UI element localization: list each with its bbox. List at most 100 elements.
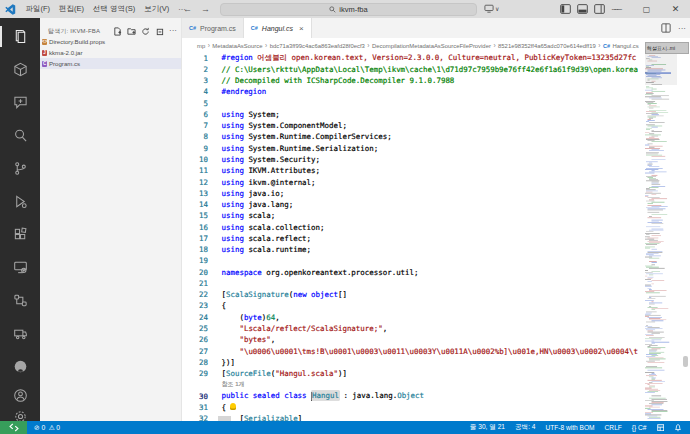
activity-remote-explorer[interactable] [0, 251, 40, 284]
language-status[interactable]: {} C# [632, 424, 647, 431]
breadcrumb-item[interactable]: Hangul.cs [613, 43, 639, 49]
file-row-directory-build-props[interactable]: <> Directory.Build.props [40, 36, 181, 47]
line-number: 24 [182, 313, 208, 322]
breadcrumb-item[interactable]: MetadataAsSource [212, 43, 262, 49]
activity-package[interactable] [0, 53, 40, 86]
close-button[interactable]: ✕ [661, 4, 690, 14]
line-number: 9 [182, 144, 208, 153]
code-line-10[interactable]: 10using System.Security; [182, 154, 645, 165]
activity-bar [0, 18, 40, 421]
encoding-status[interactable]: UTF-8 with BOM [546, 424, 595, 431]
vscode-logo-icon [5, 4, 16, 15]
accounts-button[interactable] [0, 384, 40, 406]
code-line-2[interactable]: 2// C:\Users\rkttu\AppData\Local\Temp\ik… [182, 64, 645, 75]
code-line-7[interactable]: 7using System.ComponentModel; [182, 120, 645, 131]
problems-status[interactable]: ⊘ 0 ⚠ 0 [34, 424, 60, 432]
indentation-status[interactable]: 공백: 4 [515, 423, 536, 432]
code-line-27[interactable]: 27 "\u0006\u0001\tms!B\u0001\u0003\u0011… [182, 345, 645, 356]
activity-run-debug[interactable] [0, 185, 40, 218]
refresh-icon[interactable] [141, 27, 150, 36]
code-line-6[interactable]: 6using System; [182, 109, 645, 120]
tab-hangul-cs[interactable]: C# Hangul.cs × [244, 18, 312, 38]
tab-program-cs[interactable]: C# Program.cs [182, 18, 244, 38]
line-number: 22 [182, 290, 208, 299]
code-line-25[interactable]: 25 "Lscala/reflect/ScalaSignature;", [182, 323, 645, 334]
code-line-21[interactable]: 21 [182, 278, 645, 289]
nav-back-icon[interactable]: ← [183, 4, 192, 14]
new-folder-icon[interactable] [127, 27, 136, 36]
menu-selection[interactable]: 선택 영역(S) [89, 0, 140, 18]
file-row-program-cs[interactable]: C Program.cs [40, 58, 181, 69]
code-line-24[interactable]: 24 (byte)64, [182, 312, 645, 323]
restore-button[interactable]: ▢ [632, 5, 661, 14]
code-line-1[interactable]: 1#region 어셈블리 open.korean.text, Version=… [182, 53, 645, 64]
command-center-search[interactable]: ikvm-fba [220, 3, 477, 16]
breadcrumb-item[interactable]: bdc71a3ff99c4ac6a863eafd28f0ecf3 [270, 43, 365, 49]
activity-source-control[interactable] [0, 152, 40, 185]
eol-status[interactable]: CRLF [605, 424, 622, 431]
bell-icon[interactable] [674, 423, 682, 432]
code-line-31[interactable]: 31{ [182, 402, 645, 413]
line-number: 13 [182, 189, 208, 198]
scrollbar-thumb[interactable] [683, 356, 688, 367]
code-line-17[interactable]: 17using scala.reflect; [182, 233, 645, 244]
cursor-position[interactable]: 줄 30, 열 21 [470, 423, 505, 432]
code-line-3[interactable]: 3// Decompiled with ICSharpCode.Decompil… [182, 75, 645, 86]
activity-chat[interactable] [0, 86, 40, 119]
code-line-13[interactable]: 13using java.io; [182, 188, 645, 199]
new-file-icon[interactable] [113, 27, 122, 36]
screencast-toggle[interactable]: ∨ [484, 4, 499, 13]
line-number: 21 [182, 279, 208, 288]
breadcrumb-item[interactable]: 8521e98352ff4a65adc070e614edff19 [498, 43, 596, 49]
tab-label: Hangul.cs [262, 25, 293, 32]
code-line-18[interactable]: 18using scala.runtime; [182, 244, 645, 255]
code-line-19[interactable]: 19 [182, 255, 645, 266]
feedback-icon[interactable] [657, 424, 665, 432]
code-line-23[interactable]: 23{ [182, 300, 645, 311]
remote-indicator[interactable] [0, 421, 27, 434]
toggle-sidebar-icon[interactable] [560, 4, 571, 14]
close-tab-icon[interactable]: × [299, 24, 304, 33]
code-line-26[interactable]: 26 "bytes", [182, 334, 645, 345]
line-number: 12 [182, 178, 208, 187]
code-line-16[interactable]: 16using scala.collection; [182, 221, 645, 232]
minimap[interactable] [645, 53, 677, 421]
editor-group: C# Program.cs C# Hangul.cs × ··· mp› Met… [182, 18, 690, 421]
code-line-8[interactable]: 8using System.Runtime.CompilerServices; [182, 131, 645, 142]
status-bar: ⊘ 0 ⚠ 0 줄 30, 열 21 공백: 4 UTF-8 with BOM … [0, 421, 690, 434]
code-line-29[interactable]: 29[SourceFile("Hangul.scala")] [182, 368, 645, 379]
activity-github[interactable] [0, 350, 40, 383]
breadcrumb-item[interactable]: mp [197, 43, 205, 49]
code-line-12[interactable]: 12using ikvm.@internal; [182, 176, 645, 187]
code-line-11[interactable]: 11using IKVM.Attributes; [182, 165, 645, 176]
code-line-15[interactable]: 15using scala; [182, 210, 645, 221]
minimize-button[interactable]: — [603, 4, 632, 14]
split-editor-icon[interactable] [661, 23, 671, 33]
code-line-22[interactable]: 22[ScalaSignature(new object[] [182, 289, 645, 300]
activity-search[interactable] [0, 119, 40, 152]
views-more-icon[interactable]: ··· [169, 27, 177, 35]
code-line-4[interactable]: 4#endregion [182, 86, 645, 97]
menu-edit[interactable]: 편집(E) [55, 0, 89, 18]
editor-more-actions-icon[interactable]: ··· [678, 24, 686, 33]
explorer-icon [13, 29, 28, 44]
activity-containers[interactable] [0, 317, 40, 350]
code-line-28[interactable]: 28})] [182, 357, 645, 368]
code-line-5[interactable]: 5 [182, 98, 645, 109]
collapse-all-icon[interactable] [155, 27, 164, 36]
file-row-kkma-jar[interactable]: J kkma-2.0.jar [40, 47, 181, 58]
activity-explorer[interactable] [0, 20, 40, 53]
toggle-panel-icon[interactable] [577, 4, 588, 14]
menu-view[interactable]: 보기(V) [140, 0, 174, 18]
code-line-20[interactable]: 20namespace org.openkoreantext.processor… [182, 267, 645, 278]
activity-extensions[interactable] [0, 218, 40, 251]
code-line-14[interactable]: 14using java.lang; [182, 199, 645, 210]
breadcrumb-item[interactable]: DecompilationMetadataAsSourceFileProvide… [372, 43, 491, 49]
nav-forward-icon[interactable]: → [201, 4, 210, 14]
activity-references[interactable] [0, 284, 40, 317]
code-line-30[interactable]: 30public sealed class Hangul : java.lang… [182, 390, 645, 401]
menu-file[interactable]: 파일(F) [21, 0, 55, 18]
code-line-9[interactable]: 9using System.Runtime.Serialization; [182, 143, 645, 154]
minimap-slider[interactable] [645, 53, 677, 85]
codelens-row[interactable]: 참조 1개 [182, 379, 645, 390]
